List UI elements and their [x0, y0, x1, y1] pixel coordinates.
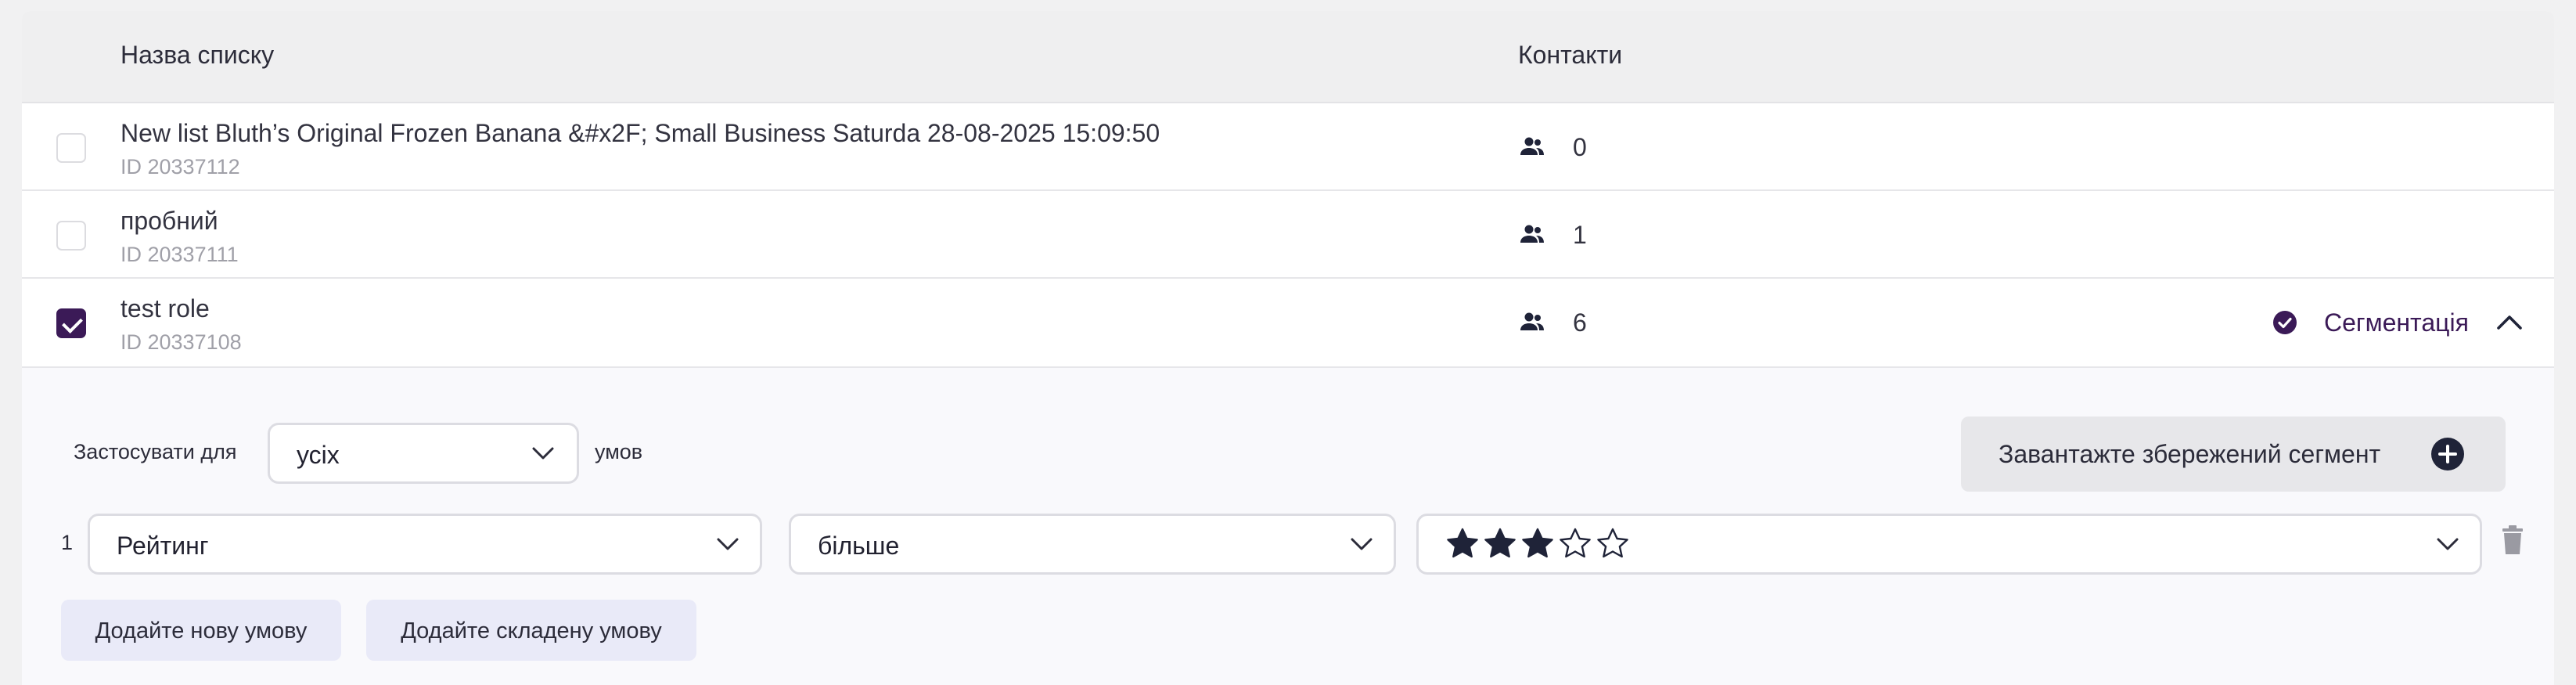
list-name[interactable]: New list Bluth’s Original Frozen Banana …	[121, 119, 1160, 148]
column-header-contacts[interactable]: Контакти	[1518, 41, 1622, 70]
condition-field-select[interactable]: Рейтинг	[88, 514, 762, 575]
column-header-name[interactable]: Назва списку	[121, 41, 274, 70]
plus-circle-icon	[2431, 438, 2464, 470]
list-id: ID 20337108	[121, 330, 242, 354]
condition-value-select[interactable]	[1416, 514, 2482, 575]
star-empty-icon	[1560, 528, 1591, 558]
load-saved-segment-button[interactable]: Завантажте збережений сегмент	[1961, 416, 2506, 492]
apply-for-label: Застосувати для	[74, 440, 237, 463]
add-complex-condition-button[interactable]: Додайте складену умову	[366, 600, 696, 661]
chevron-down-icon	[1351, 538, 1373, 550]
row-checkbox[interactable]	[56, 308, 86, 338]
contact-lists-panel: Назва списку Контакти New list Bluth’s O…	[22, 11, 2554, 685]
list-name[interactable]: пробний	[121, 207, 218, 236]
add-condition-label: Додайте нову умову	[95, 618, 308, 644]
check-circle-icon	[2273, 311, 2297, 334]
star-empty-icon	[1597, 528, 1628, 558]
trash-icon[interactable]	[2501, 525, 2524, 556]
star-filled-icon	[1447, 528, 1478, 558]
contacts-count: 1	[1573, 221, 1587, 249]
table-header: Назва списку Контакти	[22, 11, 2554, 103]
row-checkbox[interactable]	[56, 221, 86, 251]
people-icon	[1520, 225, 1544, 243]
people-icon	[1520, 312, 1544, 330]
table-row[interactable]: пробний ID 20337111 1	[22, 191, 2554, 279]
contacts-count: 6	[1573, 308, 1587, 337]
segmentation-panel: Застосувати для усіх умов Завантажте збе…	[22, 366, 2554, 685]
condition-operator-select[interactable]: більше	[789, 514, 1396, 575]
select-value: Рейтинг	[117, 532, 209, 560]
chevron-down-icon	[532, 447, 554, 460]
people-icon	[1520, 137, 1544, 155]
row-checkbox[interactable]	[56, 133, 86, 163]
load-saved-segment-label: Завантажте збережений сегмент	[1999, 440, 2381, 468]
condition-number: 1	[61, 531, 74, 554]
select-value: усіх	[297, 441, 340, 469]
list-id: ID 20337112	[121, 155, 240, 178]
chevron-down-icon	[717, 538, 739, 550]
table-row[interactable]: New list Bluth’s Original Frozen Banana …	[22, 103, 2554, 191]
rating-stars	[1445, 527, 1630, 563]
segmentation-toggle[interactable]: Сегментація	[2324, 308, 2469, 337]
apply-for-select[interactable]: усіх	[268, 423, 579, 484]
chevron-down-icon	[2437, 538, 2459, 550]
table-row[interactable]: test role ID 20337108 6 Сегментація	[22, 279, 2554, 366]
conditions-label: умов	[595, 440, 643, 463]
add-complex-condition-label: Додайте складену умову	[401, 618, 662, 644]
list-id: ID 20337111	[121, 243, 239, 266]
select-value: більше	[818, 532, 900, 560]
chevron-up-icon[interactable]	[2496, 312, 2523, 332]
star-filled-icon	[1522, 528, 1553, 558]
contacts-count: 0	[1573, 133, 1587, 161]
add-condition-button[interactable]: Додайте нову умову	[61, 600, 341, 661]
star-filled-icon	[1484, 528, 1516, 558]
list-name[interactable]: test role	[121, 294, 210, 323]
